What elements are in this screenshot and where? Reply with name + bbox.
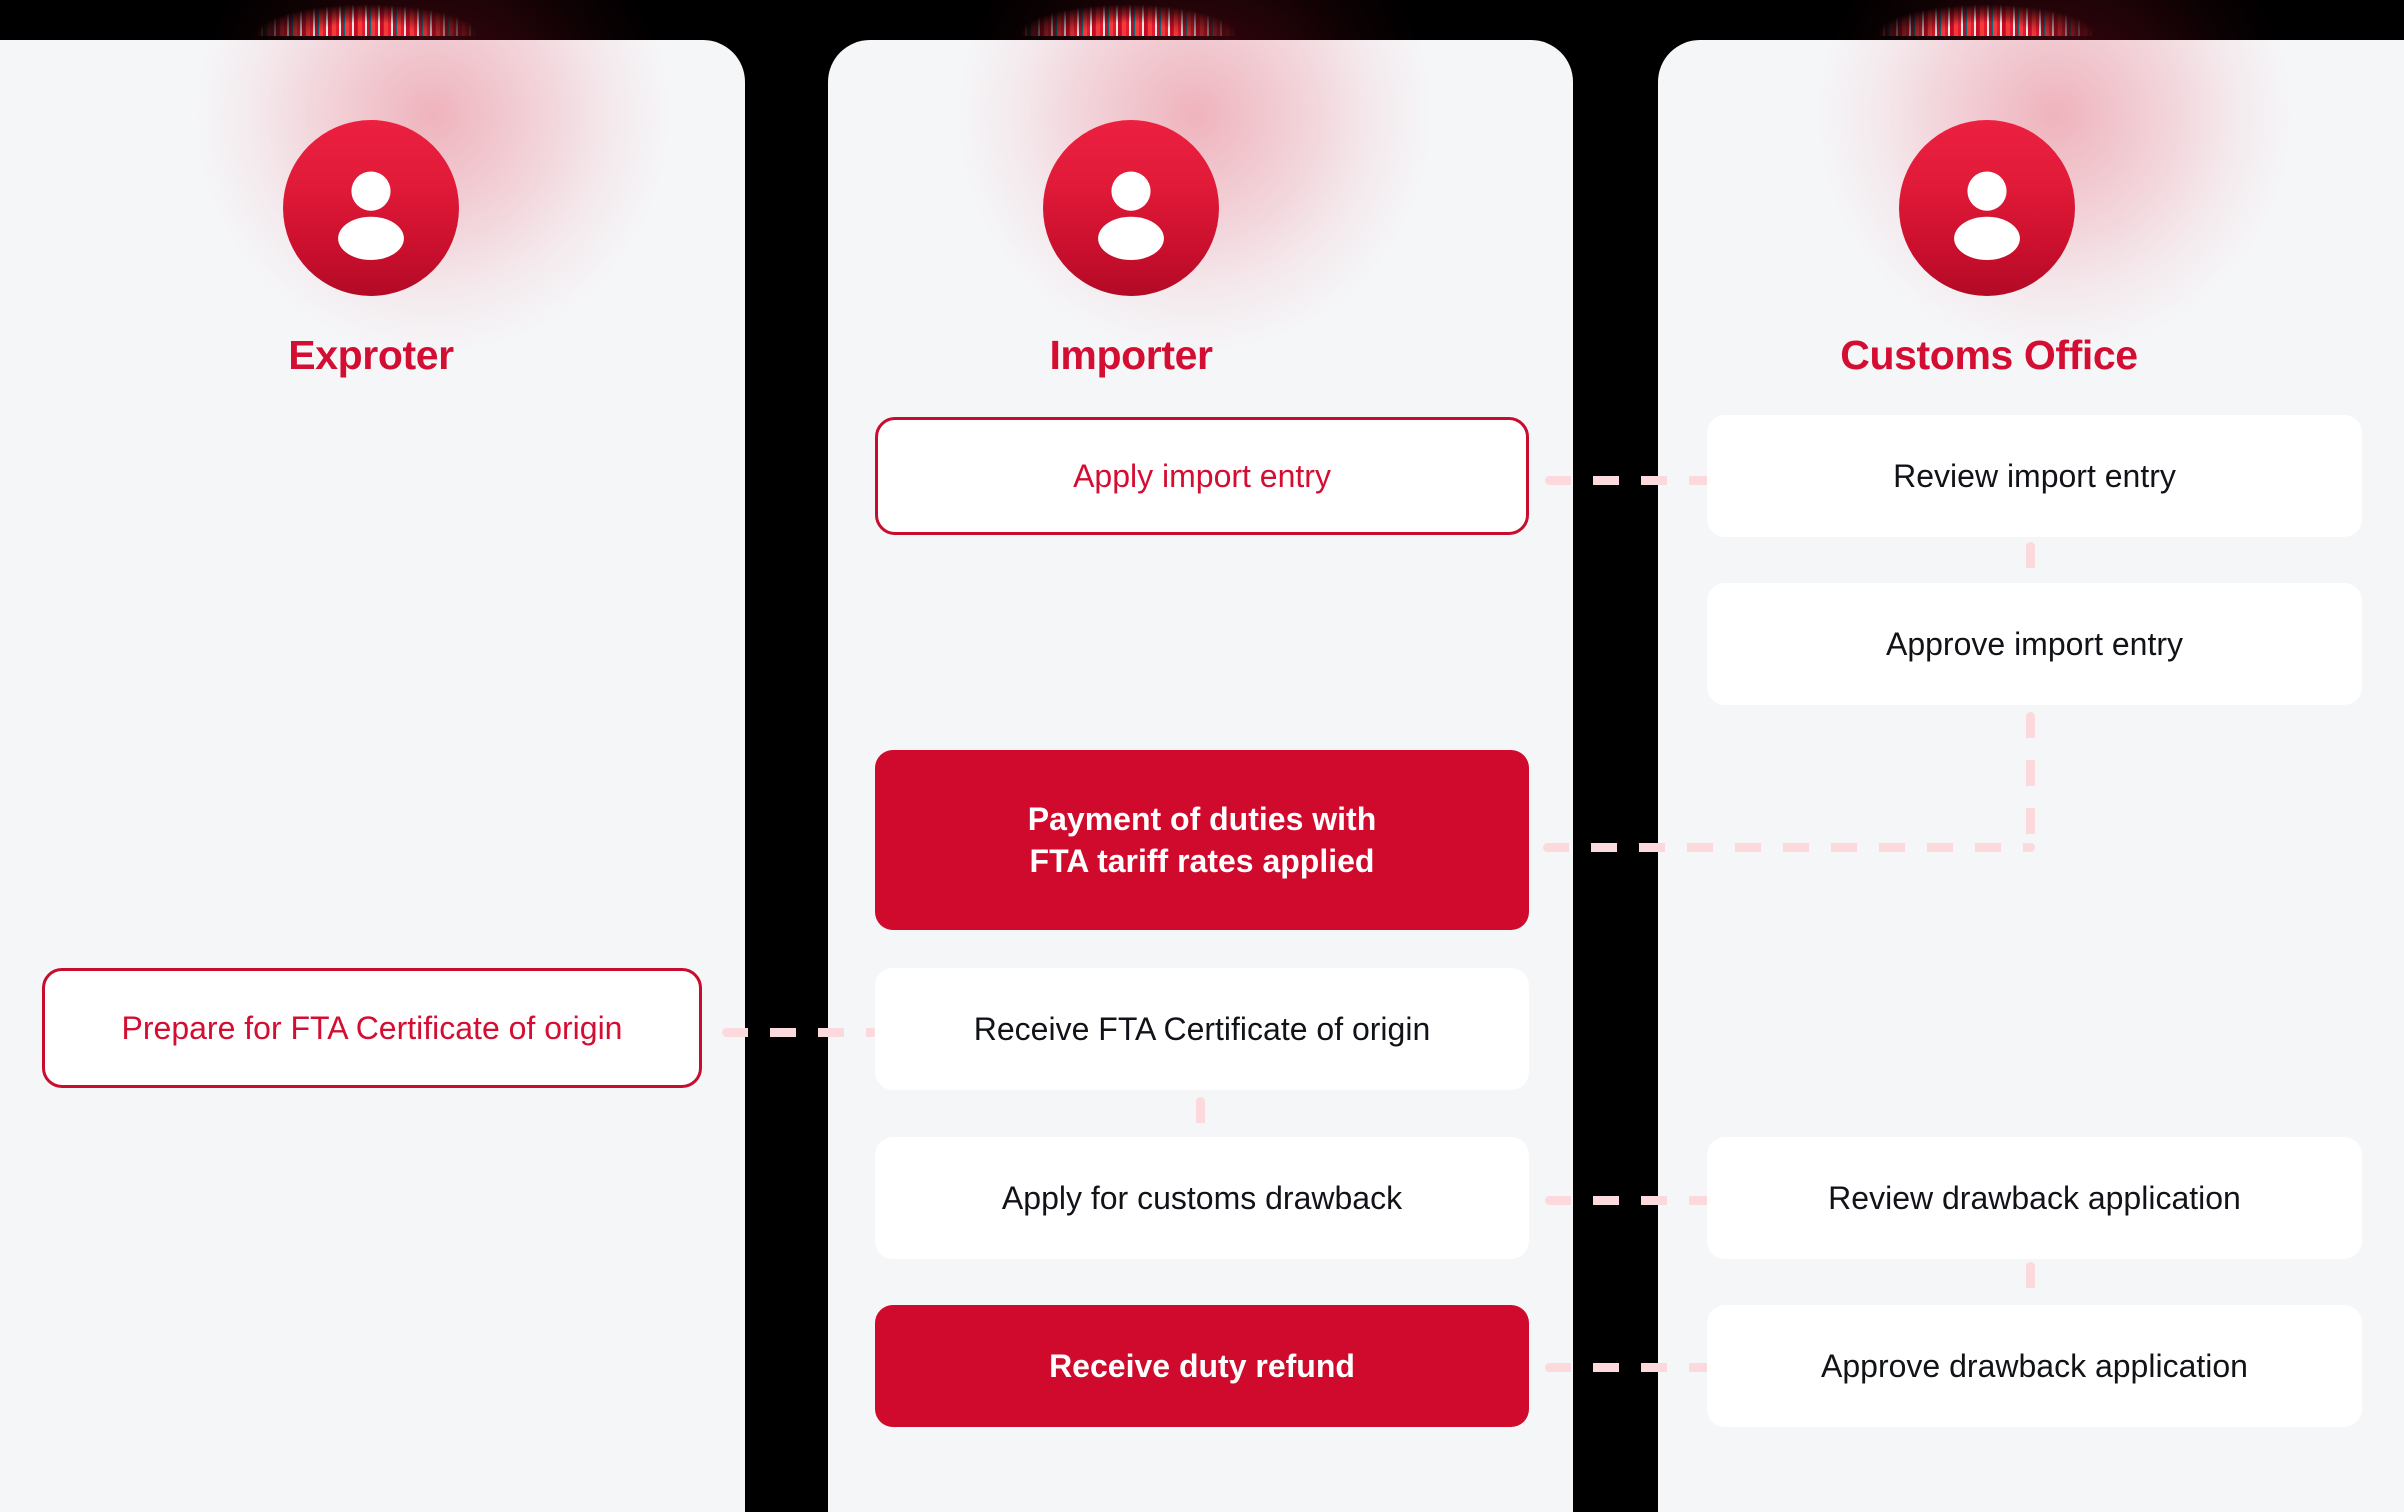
step-label: Review import entry [1893, 457, 2176, 494]
step-label: Receive FTA Certificate of origin [973, 1010, 1431, 1047]
top-noise-artifact-importer [1022, 0, 1234, 36]
connector-prepare-to-receive-certificate [722, 1028, 877, 1037]
step-label-line-2: FTA tariff rates applied [1029, 843, 1375, 879]
top-noise-artifact-exporter [258, 0, 476, 36]
step-receive-duty-refund[interactable]: Receive duty refund [875, 1305, 1529, 1427]
person-avatar-icon [283, 120, 459, 296]
step-receive-fta-certificate[interactable]: Receive FTA Certificate of origin [875, 968, 1529, 1090]
person-avatar-icon [1043, 120, 1219, 296]
step-apply-customs-drawback[interactable]: Apply for customs drawback [875, 1137, 1529, 1259]
column-title-importer: Importer [1049, 332, 1213, 378]
step-approve-drawback-application[interactable]: Approve drawback application [1707, 1305, 2362, 1427]
connector-apply-to-review-import-entry [1545, 476, 1715, 485]
step-apply-import-entry[interactable]: Apply import entry [875, 417, 1529, 535]
step-review-drawback-application[interactable]: Review drawback application [1707, 1137, 2362, 1259]
column-title-customs-office: Customs Office [1840, 332, 2138, 378]
step-prepare-fta-certificate[interactable]: Prepare for FTA Certificate of origin [42, 968, 702, 1088]
step-label: Approve import entry [1885, 625, 2183, 662]
step-label: Approve drawback application [1821, 1347, 2248, 1384]
connector-approve-import-entry-down [2026, 712, 2035, 852]
step-review-import-entry[interactable]: Review import entry [1707, 415, 2362, 537]
step-label: Receive duty refund [1049, 1347, 1355, 1384]
column-title-exporter: Exproter [288, 332, 454, 378]
step-label: Prepare for FTA Certificate of origin [121, 1009, 623, 1046]
flow-diagram-canvas: Exproter Importer Customs Office Prepare… [0, 0, 2404, 1512]
connector-approve-drawback-to-receive-refund [1545, 1363, 1715, 1372]
connector-apply-drawback-to-review-drawback [1545, 1196, 1715, 1205]
step-label: Review drawback application [1828, 1179, 2241, 1216]
step-label: Apply import entry [1073, 457, 1331, 494]
step-label: Apply for customs drawback [1001, 1179, 1403, 1216]
step-approve-import-entry[interactable]: Approve import entry [1707, 583, 2362, 705]
top-noise-artifact-customs-office [1880, 0, 2092, 36]
person-avatar-icon [1899, 120, 2075, 296]
step-payment-of-duties[interactable]: Payment of duties with FTA tariff rates … [875, 750, 1529, 930]
connector-approve-import-entry-to-payment [1543, 843, 2031, 852]
step-label-line-1: Payment of duties with [1027, 800, 1377, 837]
